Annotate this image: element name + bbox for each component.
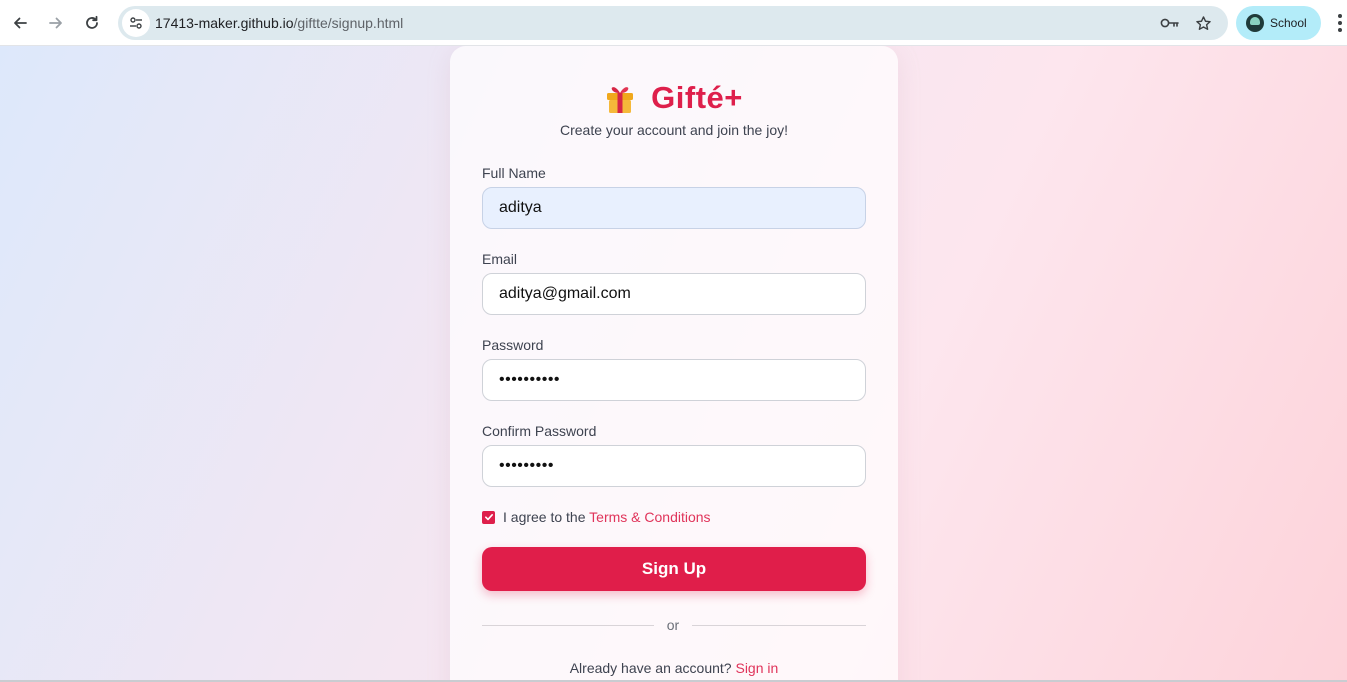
browser-toolbar: 17413-maker.github.io/giftte/signup.html… bbox=[0, 0, 1347, 46]
arrow-right-icon bbox=[49, 17, 62, 29]
star-icon bbox=[1195, 15, 1211, 30]
reload-button[interactable] bbox=[77, 8, 107, 38]
terms-agreement: I agree to the Terms & Conditions bbox=[482, 508, 711, 526]
password-manager-button[interactable] bbox=[1158, 11, 1182, 35]
signin-text: Already have an account? bbox=[569, 660, 732, 676]
email-value: aditya@gmail.com bbox=[499, 285, 631, 302]
profile-button[interactable]: School bbox=[1236, 6, 1321, 40]
terms-checkbox[interactable] bbox=[482, 510, 495, 524]
arrow-left-icon bbox=[14, 17, 27, 29]
gift-icon bbox=[607, 87, 634, 113]
avatar bbox=[1246, 14, 1264, 32]
signin-prompt: Already have an account? Sign in bbox=[450, 660, 898, 676]
full-name-value: aditya bbox=[499, 199, 542, 216]
confirm-password-field[interactable]: ••••••••• bbox=[482, 445, 866, 487]
site-info-button[interactable] bbox=[122, 9, 150, 37]
terms-prefix: I agree to the bbox=[503, 509, 586, 525]
brand-title: Gifté+ bbox=[651, 80, 743, 115]
more-vert-icon[interactable] bbox=[1333, 10, 1347, 36]
check-icon bbox=[484, 514, 493, 521]
sign-up-button[interactable]: Sign Up bbox=[482, 547, 866, 591]
email-label: Email bbox=[482, 251, 518, 267]
terms-text: I agree to the Terms & Conditions bbox=[503, 509, 711, 525]
tagline: Create your account and join the joy! bbox=[559, 122, 789, 138]
url-text: 17413-maker.github.io/giftte/signup.html bbox=[155, 15, 403, 31]
bookmark-button[interactable] bbox=[1191, 11, 1215, 35]
confirm-password-label: Confirm Password bbox=[482, 423, 597, 439]
full-name-input[interactable]: aditya bbox=[482, 187, 866, 229]
terms-link[interactable]: Terms & Conditions bbox=[589, 509, 710, 525]
tune-icon bbox=[130, 17, 142, 29]
signup-card: Gifté+ Create your account and join the … bbox=[450, 46, 898, 680]
password-field[interactable]: •••••••••• bbox=[482, 359, 866, 401]
password-label: Password bbox=[482, 337, 544, 353]
reload-icon bbox=[86, 15, 98, 29]
profile-label: School bbox=[1270, 16, 1307, 30]
divider-left bbox=[482, 625, 654, 626]
password-value: •••••••••• bbox=[499, 371, 561, 388]
divider-text: or bbox=[666, 617, 680, 633]
back-button[interactable] bbox=[5, 8, 35, 38]
key-icon bbox=[1160, 18, 1179, 28]
divider-right bbox=[692, 625, 866, 626]
url-host: 17413-maker.github.io bbox=[155, 15, 294, 31]
confirm-password-value: ••••••••• bbox=[499, 457, 554, 474]
email-field[interactable]: aditya@gmail.com bbox=[482, 273, 866, 315]
url-path: /giftte/signup.html bbox=[293, 15, 404, 31]
page-viewport: Gifté+ Create your account and join the … bbox=[0, 46, 1347, 680]
full-name-label: Full Name bbox=[482, 165, 546, 181]
address-bar[interactable]: 17413-maker.github.io/giftte/signup.html bbox=[118, 6, 1228, 40]
brand-header: Gifté+ bbox=[450, 80, 898, 116]
forward-button[interactable] bbox=[41, 8, 71, 38]
sign-in-link[interactable]: Sign in bbox=[735, 660, 778, 676]
